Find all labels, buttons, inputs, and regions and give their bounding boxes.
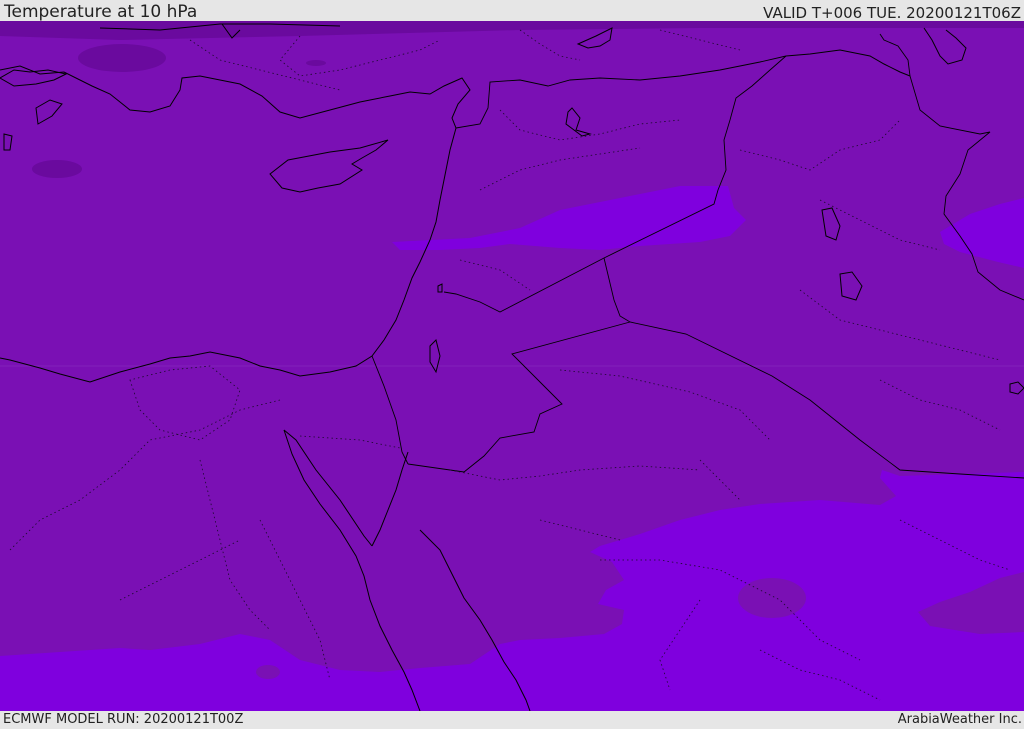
field-main-patch-south	[256, 665, 280, 679]
valid-time: VALID T+006 TUE. 20200121T06Z	[763, 4, 1021, 22]
footer-bar: ECMWF MODEL RUN: 20200121T00Z ArabiaWeat…	[0, 711, 1024, 729]
field-cold-patch-1	[78, 44, 166, 72]
credit: ArabiaWeather Inc.	[897, 712, 1022, 727]
field-cold-patch-3	[306, 60, 326, 66]
field-main-island	[738, 578, 806, 618]
field-cold-patch-2	[32, 160, 82, 178]
header-bar: Temperature at 10 hPa VALID T+006 TUE. 2…	[0, 0, 1024, 21]
model-run: ECMWF MODEL RUN: 20200121T00Z	[3, 712, 244, 727]
map-title: Temperature at 10 hPa	[4, 2, 198, 22]
temperature-map	[0, 21, 1024, 711]
